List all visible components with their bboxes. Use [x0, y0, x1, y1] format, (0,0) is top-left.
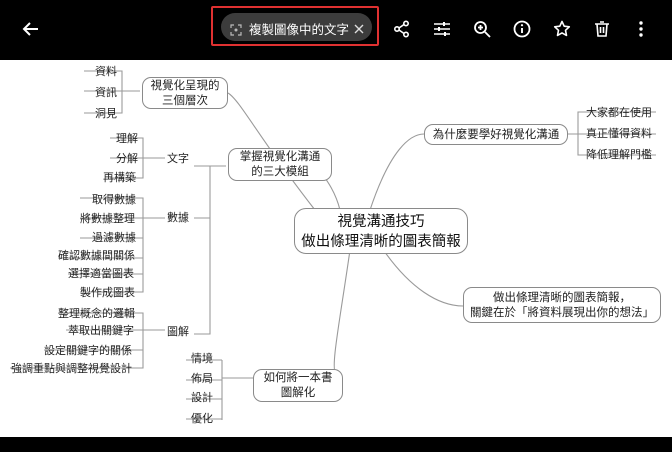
node-visual-levels-line2: 三個層次: [162, 93, 208, 107]
center-title: 視覺溝通技巧: [337, 214, 425, 230]
node-visual-levels-line1: 視覺化呈現的: [150, 78, 220, 92]
node-key-point-line1: 做出條理清晰的圖表簡報，: [493, 290, 631, 304]
text-scan-icon: [230, 21, 242, 40]
data-item: 將數據整理: [80, 212, 135, 225]
data-item: 確認數據間關係: [58, 249, 135, 262]
text-item: 理解: [116, 132, 138, 145]
more-icon[interactable]: [626, 14, 656, 44]
how-item: 情境: [191, 352, 213, 365]
text-item: 再構築: [103, 171, 136, 184]
adjust-icon[interactable]: [427, 14, 457, 44]
node-how-illustrate-line2: 圖解化: [280, 385, 316, 399]
how-item: 設計: [191, 391, 213, 404]
share-icon[interactable]: [387, 14, 417, 44]
data-item: 取得數據: [92, 193, 136, 206]
data-item: 過濾數據: [92, 231, 136, 244]
node-why-learn: 為什麼要學好視覺化溝通: [424, 124, 568, 145]
node-key-point-line2: 關鍵在於「將資料展現出你的想法」: [470, 305, 654, 319]
top-toolbar: 複製圖像中的文字: [0, 0, 672, 58]
diagram-item: 設定關鍵字的關係: [44, 344, 132, 357]
center-node: 視覺溝通技巧 做出條理清晰的圖表簡報: [294, 208, 468, 254]
how-item: 佈局: [191, 372, 213, 385]
why-item: 大家都在使用: [586, 106, 652, 119]
node-how-illustrate-line1: 如何將一本書: [263, 370, 333, 384]
delete-icon[interactable]: [587, 14, 617, 44]
node-three-modules: 掌握視覺化溝通 的三大模組: [228, 148, 332, 181]
node-three-modules-line1: 掌握視覺化溝通: [239, 149, 321, 163]
zoom-in-icon[interactable]: [467, 14, 497, 44]
bottom-bar: [0, 437, 672, 452]
module-data-label: 數據: [167, 211, 189, 224]
node-why-learn-text: 為什麼要學好視覺化溝通: [432, 127, 560, 141]
data-item: 製作成圖表: [80, 286, 135, 299]
info-icon[interactable]: [507, 14, 537, 44]
mind-map: 視覺溝通技巧 做出條理清晰的圖表簡報 視覺化呈現的 三個層次 資料 資訊 洞見 …: [0, 60, 672, 437]
copy-text-chip[interactable]: 複製圖像中的文字: [221, 13, 372, 41]
center-subtitle: 做出條理清晰的圖表簡報: [301, 234, 461, 250]
diagram-item: 萃取出關鍵字: [68, 324, 134, 337]
data-item: 選擇適當圖表: [68, 267, 134, 280]
how-item: 優化: [191, 412, 213, 425]
copy-text-label: 複製圖像中的文字: [249, 22, 350, 37]
module-diagram-label: 圖解: [167, 325, 189, 338]
diagram-item: 整理概念的邏輯: [58, 307, 135, 320]
diagram-item: 強調重點與調整視覺設計: [11, 362, 132, 375]
why-item: 真正懂得資料: [586, 127, 652, 140]
level-item: 資料: [95, 65, 117, 78]
image-viewer[interactable]: 視覺溝通技巧 做出條理清晰的圖表簡報 視覺化呈現的 三個層次 資料 資訊 洞見 …: [0, 60, 672, 437]
level-item: 洞見: [95, 107, 117, 120]
close-icon[interactable]: [353, 20, 365, 39]
node-key-point: 做出條理清晰的圖表簡報， 關鍵在於「將資料展現出你的想法」: [463, 287, 661, 323]
text-item: 分解: [116, 152, 138, 165]
module-text-label: 文字: [167, 152, 189, 165]
node-three-modules-line2: 的三大模組: [251, 164, 309, 178]
node-how-illustrate: 如何將一本書 圖解化: [253, 369, 343, 402]
star-icon[interactable]: [547, 14, 577, 44]
why-item: 降低理解門檻: [586, 148, 652, 161]
back-arrow-icon[interactable]: [16, 14, 46, 44]
node-visual-levels: 視覺化呈現的 三個層次: [142, 77, 228, 109]
level-item: 資訊: [95, 86, 117, 99]
